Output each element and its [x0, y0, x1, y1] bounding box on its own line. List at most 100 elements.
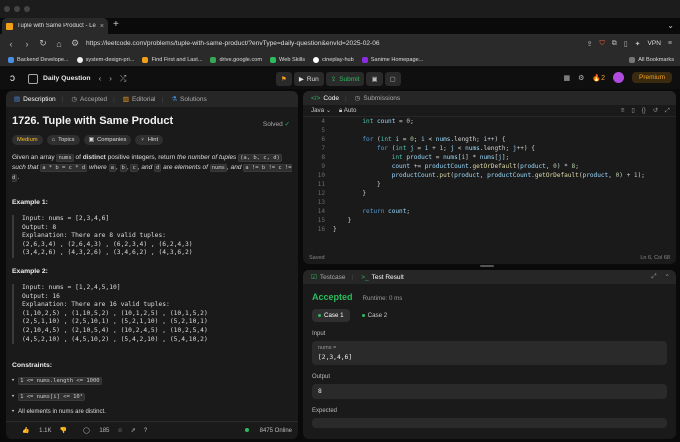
daily-question-link[interactable]: Daily Question — [43, 75, 91, 82]
prev-question-icon[interactable]: ‹ — [99, 74, 102, 83]
expand-icon[interactable]: ⤢ — [651, 273, 656, 281]
bookmark-item[interactable]: Web Skills — [270, 56, 305, 63]
brave-shield-icon[interactable]: ⛉ — [600, 40, 605, 48]
expected-box — [312, 418, 667, 428]
tab-submissions[interactable]: ◷ Submissions — [354, 94, 401, 103]
bookmark-item[interactable]: drive.google.com — [210, 56, 262, 63]
streak-counter[interactable]: 🔥2 — [592, 74, 605, 82]
tab-testcase[interactable]: ☑ Testcase — [311, 273, 345, 282]
menu-icon[interactable]: ≡ — [668, 40, 672, 47]
comment-icon: ◯ — [82, 428, 90, 434]
reload-icon[interactable]: ↻ — [38, 38, 48, 49]
all-bookmarks-button[interactable]: All Bookmarks — [629, 56, 674, 63]
help-icon[interactable]: ? — [144, 428, 147, 434]
shuffle-icon[interactable]: ⤮ — [120, 74, 126, 84]
problem-list-icon[interactable] — [28, 73, 38, 84]
topbar-right: ▦ ⚙ 🔥2 Premium — [563, 72, 672, 83]
bookmark-item[interactable]: system-design-pri... — [76, 56, 134, 63]
ai-icon[interactable]: ✦ — [635, 40, 641, 48]
code-toolbar: Java ⌄ 🔒︎ Auto ≡ ▯ {} ↺ ⤢ — [303, 105, 676, 117]
language-select[interactable]: Java ⌄ — [311, 107, 331, 114]
star-icon[interactable]: ☆ — [117, 427, 122, 434]
layout-icon[interactable]: ▦ — [563, 74, 570, 82]
leetcode-logo-icon[interactable]: ↄ — [10, 73, 20, 84]
tab-solutions[interactable]: ⚗ Solutions — [171, 95, 207, 104]
hint-tag[interactable]: ♀ Hint — [135, 135, 164, 145]
code-editor[interactable]: 4 int count = 0; 5 6 for (int i = 0; i <… — [303, 117, 676, 245]
site-info-icon[interactable]: ⚙ — [70, 38, 80, 49]
online-count: 8475 Online — [244, 427, 292, 434]
home-icon[interactable]: ⌂ — [54, 39, 64, 49]
expected-label: Expected — [312, 408, 338, 414]
browser-tab-strip — [0, 0, 680, 18]
auto-toggle[interactable]: 🔒︎ Auto — [339, 107, 356, 115]
history-icon: ◷ — [354, 95, 361, 102]
next-question-icon[interactable]: › — [109, 74, 112, 83]
window-controls[interactable] — [4, 6, 30, 12]
tab-accepted[interactable]: ◷ Accepted — [71, 95, 107, 104]
lock-icon: ▣ — [88, 137, 95, 143]
browser-tab[interactable]: Tuple with Same Product - Le × — [2, 18, 108, 34]
submit-button[interactable]: ⇪ Submit — [325, 72, 365, 86]
input-label: Input — [312, 331, 326, 337]
book-icon: ▥ — [122, 96, 130, 103]
tab-description[interactable]: ▤ Description — [14, 95, 56, 104]
input-value: [2,3,4,6] — [318, 354, 353, 361]
like-button[interactable]: 👍 1.1K — [14, 427, 52, 434]
cursor-position: Ln 6, Col 68 — [640, 255, 670, 261]
flask-icon: ⚗ — [171, 96, 178, 103]
companies-tag[interactable]: ▣ Companies — [83, 135, 132, 145]
format-icon[interactable]: ≡ — [621, 107, 625, 115]
tab-editorial[interactable]: ▥ Editorial — [122, 95, 156, 104]
run-button[interactable]: ▶ Run — [293, 72, 324, 86]
play-icon: ▶ — [298, 76, 304, 83]
share-icon[interactable]: ⇗ — [131, 427, 136, 434]
premium-button[interactable]: Premium — [631, 72, 672, 83]
bug-icon: ⚑ — [281, 76, 287, 83]
debug-button[interactable]: ⚑ — [276, 72, 292, 86]
output-label: Output — [312, 374, 331, 380]
forward-icon[interactable]: › — [22, 39, 32, 49]
bookmark-item[interactable]: cineplay-hub — [313, 56, 354, 63]
reset-icon[interactable]: ↺ — [653, 107, 658, 115]
avatar[interactable] — [612, 72, 624, 83]
problem-title: 1726. Tuple with Same Product — [12, 115, 174, 127]
new-tab-icon[interactable]: + — [113, 19, 119, 30]
url-field[interactable]: https://leetcode.com/problems/tuple-with… — [86, 40, 587, 47]
tab-test-result[interactable]: >_ Test Result — [361, 274, 404, 281]
bookmark-item[interactable]: Find First and Last... — [142, 56, 202, 63]
panel-resize-handle[interactable] — [480, 265, 494, 267]
comments-button[interactable]: ◯ 185 — [75, 427, 109, 434]
problem-description: Given an array nums of distinct positive… — [12, 154, 292, 182]
result-status: Accepted Runtime: 0 ms — [312, 292, 403, 302]
fullscreen-icon[interactable]: ⤢ — [665, 107, 670, 115]
close-tab-icon[interactable]: × — [100, 23, 104, 30]
leetcode-favicon-icon — [6, 22, 13, 30]
braces-icon[interactable]: {} — [642, 107, 646, 115]
sidebar-icon[interactable]: ▯ — [624, 40, 628, 48]
dislike-icon[interactable]: 👎 — [60, 427, 67, 434]
description-footer: 👍 1.1K 👎 ◯ 185 ☆ ⇗ ? 8475 Online — [6, 421, 298, 439]
case-1-tab[interactable]: Case 1 — [312, 309, 350, 322]
bookmark-item[interactable]: Backend Develope... — [8, 56, 69, 63]
extensions-icon[interactable]: ⧉ — [612, 40, 617, 48]
bookmark-icon[interactable]: ▯ — [631, 107, 634, 115]
notes-icon: ▣ — [371, 76, 378, 83]
topics-tag[interactable]: ⌂ Topics — [46, 135, 80, 145]
tab-code[interactable]: </> Code — [311, 95, 339, 102]
tab-list-chevron-icon[interactable]: ⌄ — [667, 21, 674, 30]
whiteboard-button[interactable]: ▢ — [384, 72, 401, 86]
collapse-chevron-icon[interactable]: ⌃ — [665, 273, 670, 281]
test-panel: ☑ Testcase | >_ Test Result ⤢ ⌃ Accepted Ru… — [303, 270, 676, 439]
vpn-button[interactable]: VPN — [648, 40, 661, 47]
constraint-item: • All elements in nums are distinct. — [12, 409, 106, 416]
description-tabs: ▤ Description | ◷ Accepted | ▥ Editorial | … — [6, 91, 298, 107]
case-2-tab[interactable]: Case 2 — [356, 309, 394, 322]
chevron-down-icon: ⌄ — [325, 107, 331, 114]
example-1-heading: Example 1: — [12, 199, 48, 206]
bookmark-item[interactable]: Sanime Homepage... — [361, 56, 423, 63]
share-icon[interactable]: ⇪ — [587, 40, 593, 48]
settings-gear-icon[interactable]: ⚙ — [578, 74, 584, 82]
back-icon[interactable]: ‹ — [6, 39, 16, 49]
notes-button[interactable]: ▣ — [366, 72, 383, 86]
